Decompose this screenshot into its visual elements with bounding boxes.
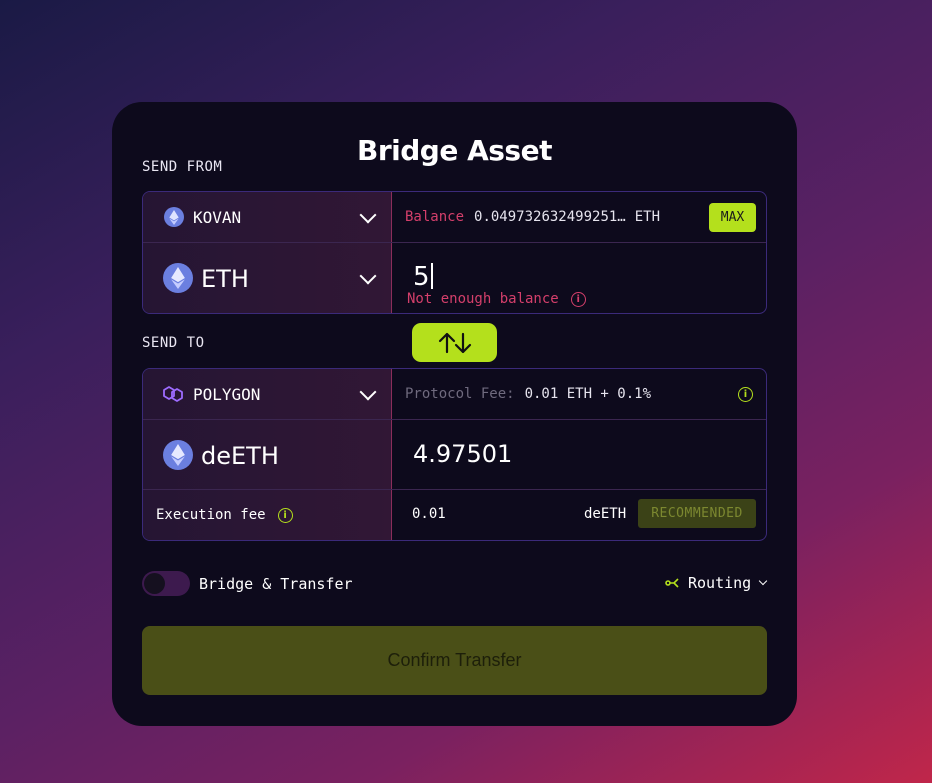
error-text: Not enough balance (407, 291, 559, 307)
send-to-label: SEND TO (142, 335, 205, 351)
info-icon[interactable]: i (570, 291, 586, 307)
routing-label: Routing (688, 574, 752, 592)
info-icon[interactable]: i (738, 387, 753, 402)
execution-fee-input[interactable]: 0.01 (412, 506, 446, 522)
routing-dropdown[interactable]: Routing (665, 574, 768, 592)
bridge-transfer-label: Bridge & Transfer (199, 575, 353, 593)
execution-fee-unit: deETH (584, 506, 627, 522)
info-icon[interactable]: i (277, 507, 293, 523)
chevron-down-icon (359, 206, 377, 224)
ethereum-icon (163, 440, 193, 470)
send-from-label: SEND FROM (142, 159, 223, 175)
balance-error: Not enough balance i (407, 291, 586, 307)
execution-fee-label: Execution fee (156, 507, 266, 523)
chevron-down-icon (758, 576, 768, 586)
source-token-select[interactable]: ETH (143, 243, 391, 313)
chevron-down-icon (359, 267, 377, 285)
swap-direction-button[interactable] (412, 323, 497, 362)
ethereum-icon (163, 263, 193, 293)
bridge-card: Bridge Asset SEND FROM KOVAN Balance 0.0… (112, 102, 797, 726)
source-network-select[interactable]: KOVAN (143, 192, 391, 242)
balance-unit: ETH (634, 209, 661, 225)
protocol-fee: Protocol Fee: 0.01 ETH + 0.1% (405, 369, 651, 419)
protocol-fee-value: 0.01 ETH + 0.1% (524, 386, 652, 402)
chevron-down-icon (359, 383, 377, 401)
swap-arrows-icon (438, 332, 471, 353)
source-token-name: ETH (201, 265, 249, 293)
polygon-icon (163, 386, 183, 402)
amount-input[interactable]: 5 (413, 262, 433, 292)
balance-label: Balance (405, 209, 465, 225)
balance-value: 0.049732632499251… (474, 209, 626, 225)
max-button[interactable]: MAX (709, 203, 756, 232)
destination-network-name: POLYGON (193, 385, 261, 404)
confirm-transfer-button[interactable]: Confirm Transfer (142, 626, 767, 695)
routing-icon (665, 578, 679, 588)
destination-network-select[interactable]: POLYGON (143, 369, 391, 419)
send-from-panel: KOVAN Balance 0.049732632499251… ETH MAX… (142, 191, 767, 314)
send-to-panel: POLYGON Protocol Fee: 0.01 ETH + 0.1% i … (142, 368, 767, 541)
protocol-fee-label: Protocol Fee: (405, 386, 515, 402)
balance-display: Balance 0.049732632499251… ETH (405, 192, 660, 242)
recommended-button[interactable]: RECOMMENDED (638, 499, 756, 528)
receive-amount: 4.97501 (413, 440, 513, 468)
ethereum-icon (164, 207, 184, 227)
destination-token-name: deETH (201, 442, 279, 470)
destination-token: deETH (143, 420, 391, 489)
execution-fee-label-row: Execution fee i (156, 490, 293, 540)
source-network-name: KOVAN (193, 208, 242, 227)
bridge-transfer-toggle[interactable] (142, 571, 190, 596)
